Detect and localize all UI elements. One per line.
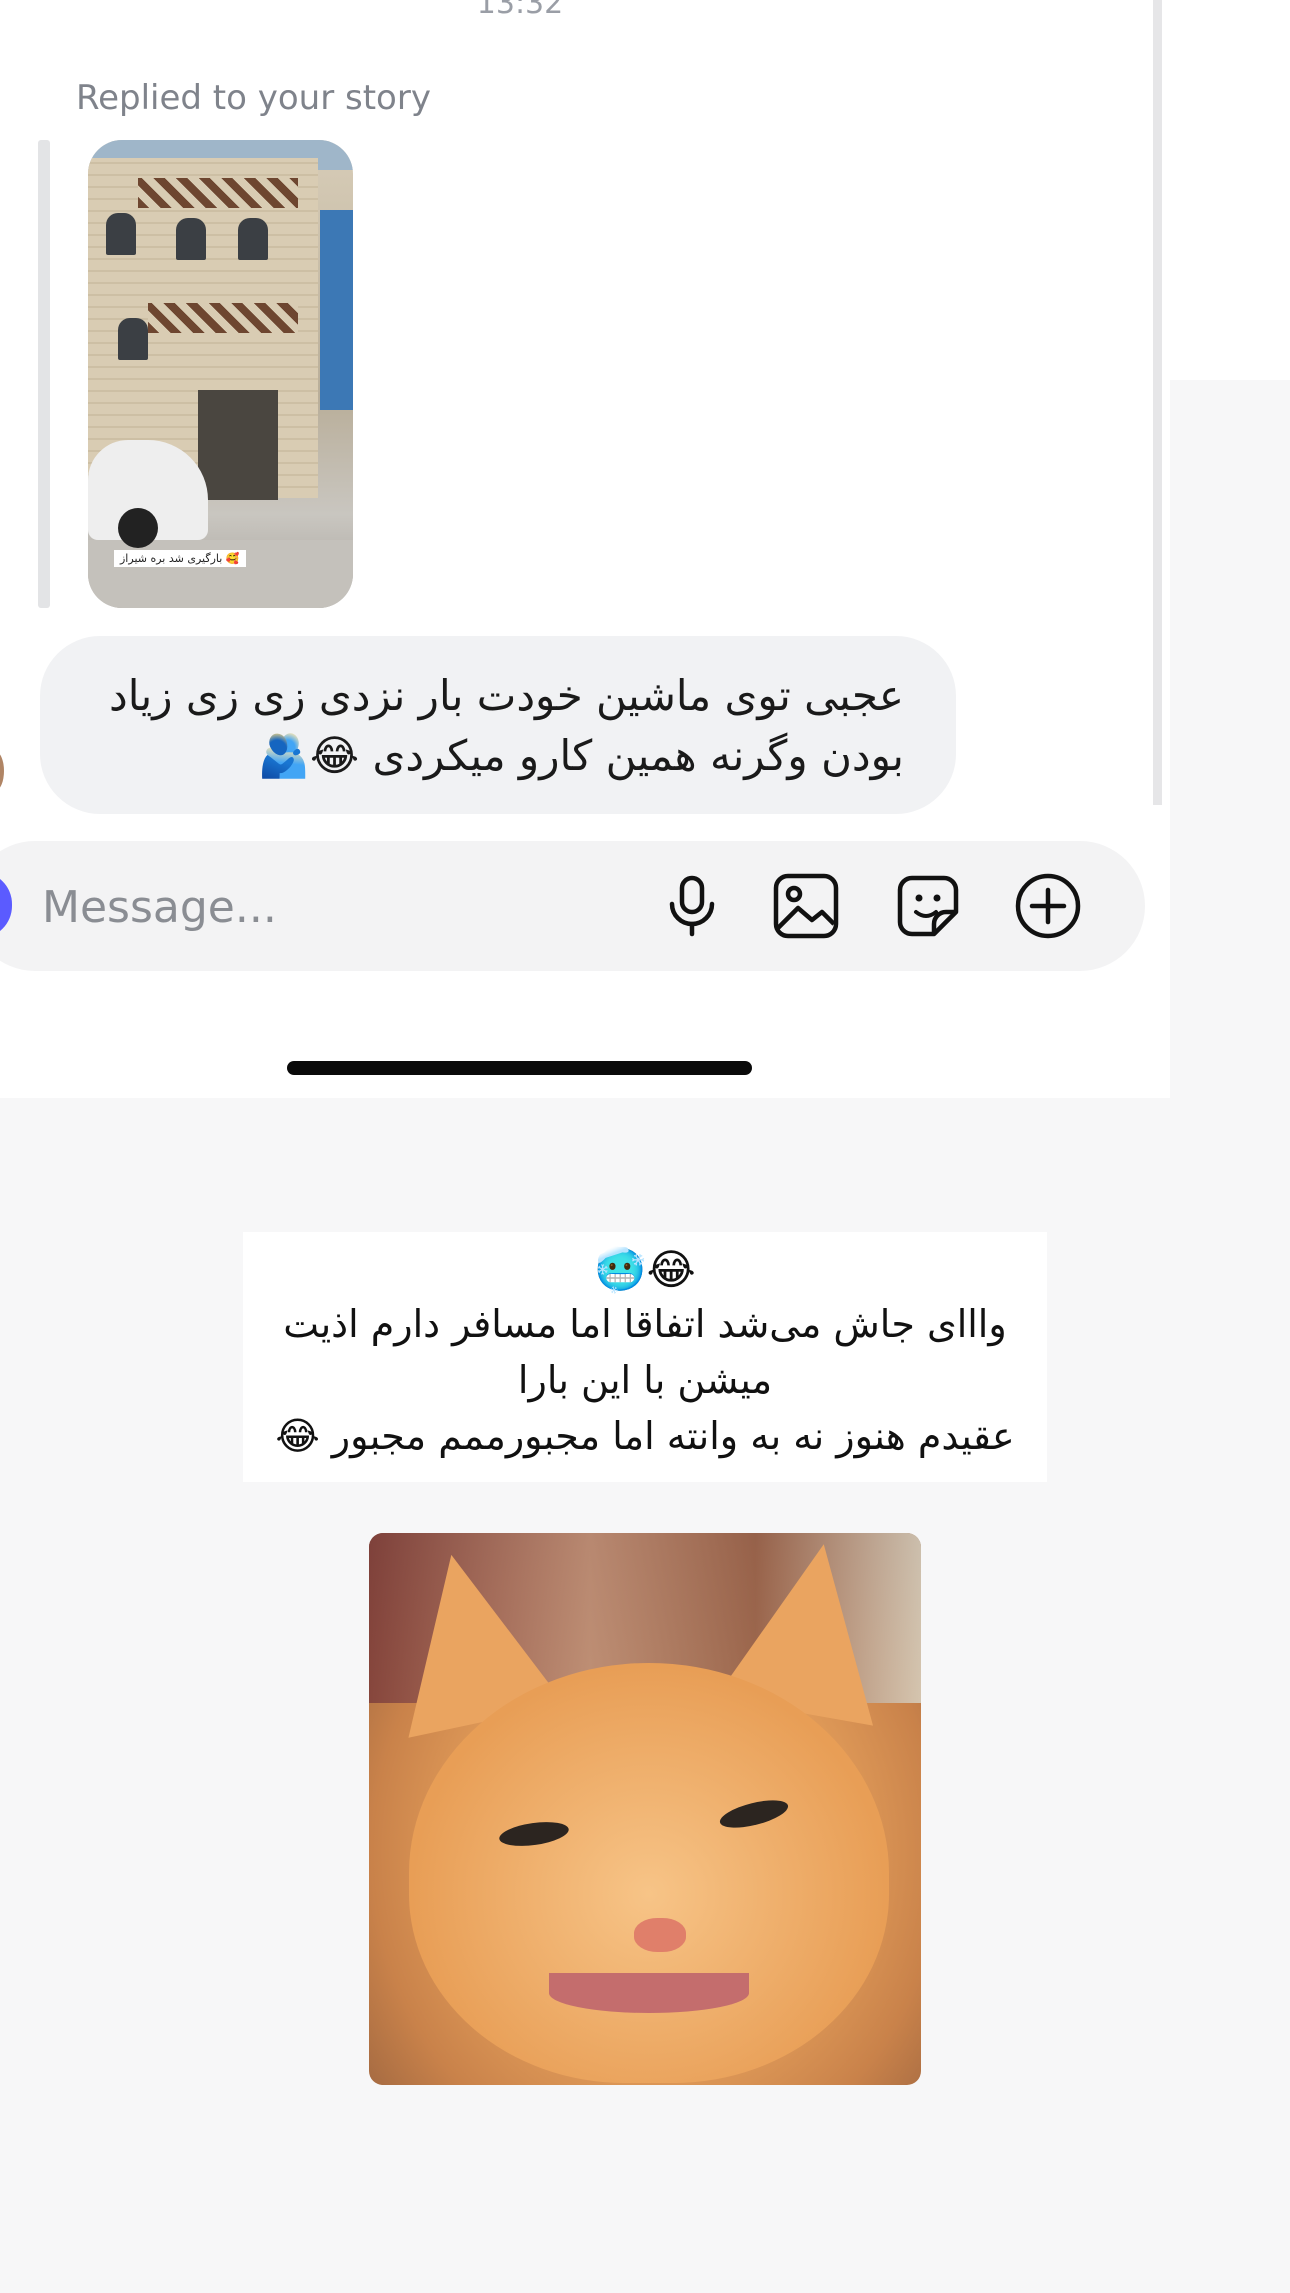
- story-thumbnail[interactable]: بارگیری شد بره شیراز 🥰: [88, 140, 353, 608]
- cat-mouth: [549, 1973, 749, 2013]
- story-text-card: 😂🥶 وااای جاش می‌شد اتفاقا اما مسافر دارم…: [243, 1232, 1047, 1482]
- thumb-window: [238, 218, 268, 260]
- thumb-sign: [320, 210, 353, 410]
- story-text-line-2: میشن با این بارا: [517, 1358, 773, 1402]
- scroll-edge: [1153, 0, 1162, 805]
- thumb-window: [176, 218, 206, 260]
- message-bubble[interactable]: عجبی توی ماشین خودت بار نزدی زی زی زیاد …: [40, 636, 956, 814]
- reply-quote-bar: [38, 140, 50, 608]
- thumb-window: [106, 213, 136, 255]
- home-indicator: [287, 1061, 752, 1075]
- sticker-icon[interactable]: [892, 870, 964, 942]
- thumb-window: [118, 318, 148, 360]
- thumb-pattern: [148, 303, 298, 333]
- story-emoji-line: 😂🥶: [594, 1245, 696, 1294]
- message-input[interactable]: [40, 876, 604, 938]
- cat-nose: [634, 1918, 686, 1952]
- thumb-door: [198, 390, 278, 500]
- add-circle-icon[interactable]: [1012, 870, 1084, 942]
- thumb-tire: [118, 508, 158, 548]
- right-strip: [1170, 0, 1290, 380]
- message-timestamp: 13:32: [476, 0, 564, 21]
- story-caption: بارگیری شد بره شیراز 🥰: [114, 550, 246, 567]
- story-text-line-3: عقیدم هنوز نه به وانته اما مجبورممم مجبو…: [275, 1414, 1015, 1458]
- gallery-icon[interactable]: [770, 870, 842, 942]
- microphone-icon[interactable]: [656, 870, 728, 942]
- story-text-line-1: وااای جاش می‌شد اتفاقا اما مسافر دارم اذ…: [283, 1302, 1007, 1346]
- thumb-pattern: [138, 178, 298, 208]
- reply-label: Replied to your story: [76, 78, 431, 118]
- message-line-2: بودن وگرنه همین کارو میکردی 😂🫂: [257, 731, 904, 780]
- message-line-1: عجبی توی ماشین خودت بار نزدی زی زی زیاد: [109, 671, 904, 720]
- cat-meme-image: [369, 1533, 921, 2085]
- cat-face: [409, 1663, 889, 2083]
